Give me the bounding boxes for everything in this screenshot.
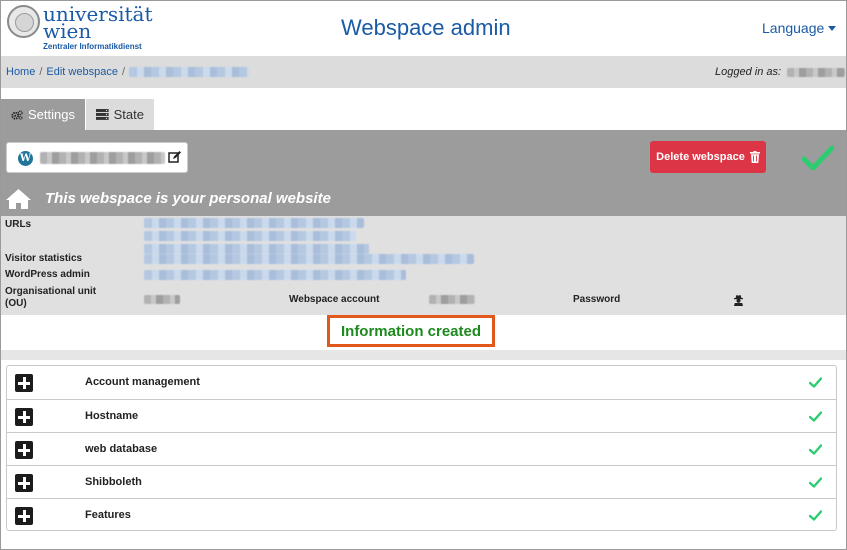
breadcrumb: Home / Edit webspace / bbox=[6, 66, 250, 78]
information-created-text: Information created bbox=[340, 322, 482, 340]
section-divider bbox=[1, 350, 846, 360]
accordion-item-label: Features bbox=[85, 509, 131, 521]
organisational-unit-label: Organisational unit (OU) bbox=[5, 286, 96, 310]
language-label: Language bbox=[762, 20, 825, 36]
webspace-info: URLs Visitor statistics WordPress admin … bbox=[1, 216, 846, 315]
breadcrumb-bar: Home / Edit webspace / Logged in as: bbox=[1, 56, 846, 88]
tab-settings[interactable]: Settings bbox=[1, 99, 85, 130]
breadcrumb-home-link[interactable]: Home bbox=[6, 66, 35, 78]
expand-plus-icon[interactable] bbox=[15, 408, 33, 426]
redacted-webspace-title bbox=[40, 152, 165, 164]
organisational-unit-abbr: (OU) bbox=[5, 298, 27, 309]
delete-webspace-label: Delete webspace bbox=[656, 151, 745, 163]
breadcrumb-edit-webspace-link[interactable]: Edit webspace bbox=[46, 66, 118, 78]
accordion-item-label: web database bbox=[85, 443, 158, 455]
breadcrumb-separator: / bbox=[39, 66, 43, 78]
urls-label: URLs bbox=[5, 219, 32, 230]
expand-plus-icon[interactable] bbox=[15, 507, 33, 525]
tab-state[interactable]: State bbox=[86, 99, 154, 130]
accordion-item-shibboleth[interactable]: Shibboleth bbox=[7, 465, 836, 498]
webspace-panel: W Delete webspace This webspace is your … bbox=[1, 130, 846, 216]
logged-in-indicator: Logged in as: bbox=[715, 66, 846, 78]
accordion-item-hostname[interactable]: Hostname bbox=[7, 399, 836, 432]
redacted-organisational-unit bbox=[144, 295, 180, 304]
university-seal-icon bbox=[7, 5, 40, 38]
redacted-wordpress-admin-link[interactable] bbox=[144, 270, 406, 280]
organisational-unit-label-text: Organisational unit bbox=[5, 286, 97, 297]
redacted-visitor-statistics-link[interactable] bbox=[144, 254, 474, 264]
accordion-item-web-database[interactable]: web database bbox=[7, 432, 836, 465]
check-icon bbox=[809, 377, 822, 388]
redacted-webspace-account bbox=[429, 295, 475, 304]
status-check-icon bbox=[802, 145, 834, 171]
settings-accordion: Account management Hostname web database… bbox=[6, 365, 837, 531]
check-icon bbox=[809, 477, 822, 488]
wordpress-icon: W bbox=[18, 151, 33, 166]
accordion-item-label: Shibboleth bbox=[85, 476, 142, 488]
redacted-username bbox=[787, 67, 846, 77]
check-icon bbox=[809, 510, 822, 521]
breadcrumb-separator: / bbox=[121, 66, 126, 78]
delete-webspace-button[interactable]: Delete webspace bbox=[650, 141, 766, 173]
redacted-url bbox=[144, 231, 356, 241]
logo-text-line2: wien bbox=[43, 19, 92, 43]
edit-icon[interactable] bbox=[168, 150, 182, 164]
trash-icon bbox=[749, 151, 760, 163]
webspace-name-field[interactable]: W bbox=[6, 142, 188, 173]
expand-plus-icon[interactable] bbox=[15, 441, 33, 459]
accordion-item-account-management[interactable]: Account management bbox=[7, 366, 836, 399]
tab-state-label: State bbox=[113, 107, 144, 122]
wordpress-admin-label: WordPress admin bbox=[5, 269, 90, 280]
visitor-statistics-label: Visitor statistics bbox=[5, 253, 83, 264]
caret-down-icon bbox=[828, 26, 837, 31]
logged-in-label: Logged in as: bbox=[715, 66, 782, 78]
personal-website-notice: This webspace is your personal website bbox=[45, 190, 331, 207]
redacted-url bbox=[144, 244, 369, 254]
site-header: universität wien Zentraler Informatikdie… bbox=[1, 1, 846, 56]
logo-subtitle: Zentraler Informatikdienst bbox=[43, 42, 142, 51]
check-icon bbox=[809, 411, 822, 422]
webspace-account-label: Webspace account bbox=[289, 294, 380, 305]
accordion-item-features[interactable]: Features bbox=[7, 498, 836, 531]
user-secret-icon[interactable] bbox=[733, 294, 744, 306]
redacted-webspace-name bbox=[129, 67, 250, 78]
redacted-url bbox=[144, 218, 364, 228]
accordion-item-label: Hostname bbox=[85, 410, 139, 422]
expand-plus-icon[interactable] bbox=[15, 474, 33, 492]
cogs-icon bbox=[11, 109, 23, 120]
home-icon bbox=[6, 189, 31, 209]
check-icon bbox=[809, 444, 822, 455]
expand-plus-icon[interactable] bbox=[15, 374, 33, 392]
password-label: Password bbox=[573, 294, 621, 305]
university-logo[interactable]: universität wien Zentraler Informatikdie… bbox=[7, 4, 153, 53]
language-dropdown[interactable]: Language bbox=[762, 20, 837, 36]
accordion-item-label: Account management bbox=[85, 376, 200, 388]
server-icon bbox=[96, 109, 109, 120]
tab-settings-label: Settings bbox=[28, 107, 75, 122]
information-created-message: Information created bbox=[327, 315, 495, 347]
page-title: Webspace admin bbox=[341, 15, 511, 40]
